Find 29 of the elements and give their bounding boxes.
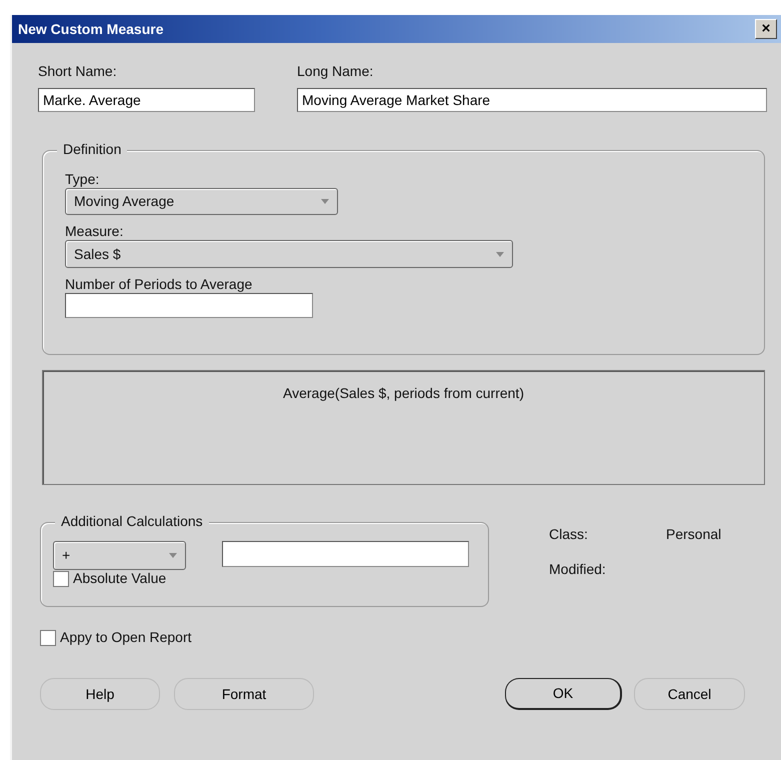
operator-dropdown[interactable]: + xyxy=(53,541,186,570)
type-dropdown[interactable]: Moving Average xyxy=(65,188,338,215)
dialog-button[interactable]: Cancel xyxy=(634,678,745,710)
info-value: Personal xyxy=(666,526,722,543)
caret-icon xyxy=(169,553,177,558)
field-label: Type: xyxy=(65,171,100,188)
dialog-button[interactable]: Help xyxy=(40,678,160,710)
info-label: Modified: xyxy=(549,561,607,578)
caret-icon xyxy=(496,252,504,256)
dialog-button[interactable]: OK xyxy=(505,678,622,710)
long-name-field[interactable]: Moving Average Market Share xyxy=(297,88,767,112)
field-label: Number of Periods to Average xyxy=(65,276,254,293)
checkbox[interactable] xyxy=(40,630,56,646)
periods-field[interactable] xyxy=(65,293,313,318)
window-title: New Custom Measure xyxy=(18,20,164,38)
checkbox-label: Absolute Value xyxy=(73,570,166,587)
field-label: Short Name: xyxy=(38,63,118,80)
close-button[interactable]: × xyxy=(755,19,777,39)
info-label: Class: xyxy=(549,526,589,543)
field-label: Long Name: xyxy=(297,63,374,80)
checkbox-label: Appy to Open Report xyxy=(60,629,192,646)
field-label: Measure: xyxy=(65,223,124,240)
checkbox[interactable] xyxy=(53,570,69,586)
caret-icon xyxy=(321,199,329,204)
dialog-button[interactable]: Format xyxy=(174,678,314,710)
measure-dropdown[interactable]: Sales $ xyxy=(65,240,513,268)
formula-preview: Average(Sales $, periods from current) xyxy=(42,370,765,485)
calculation-field[interactable] xyxy=(222,541,469,567)
short-name-field[interactable]: Marke. Average xyxy=(38,88,255,112)
